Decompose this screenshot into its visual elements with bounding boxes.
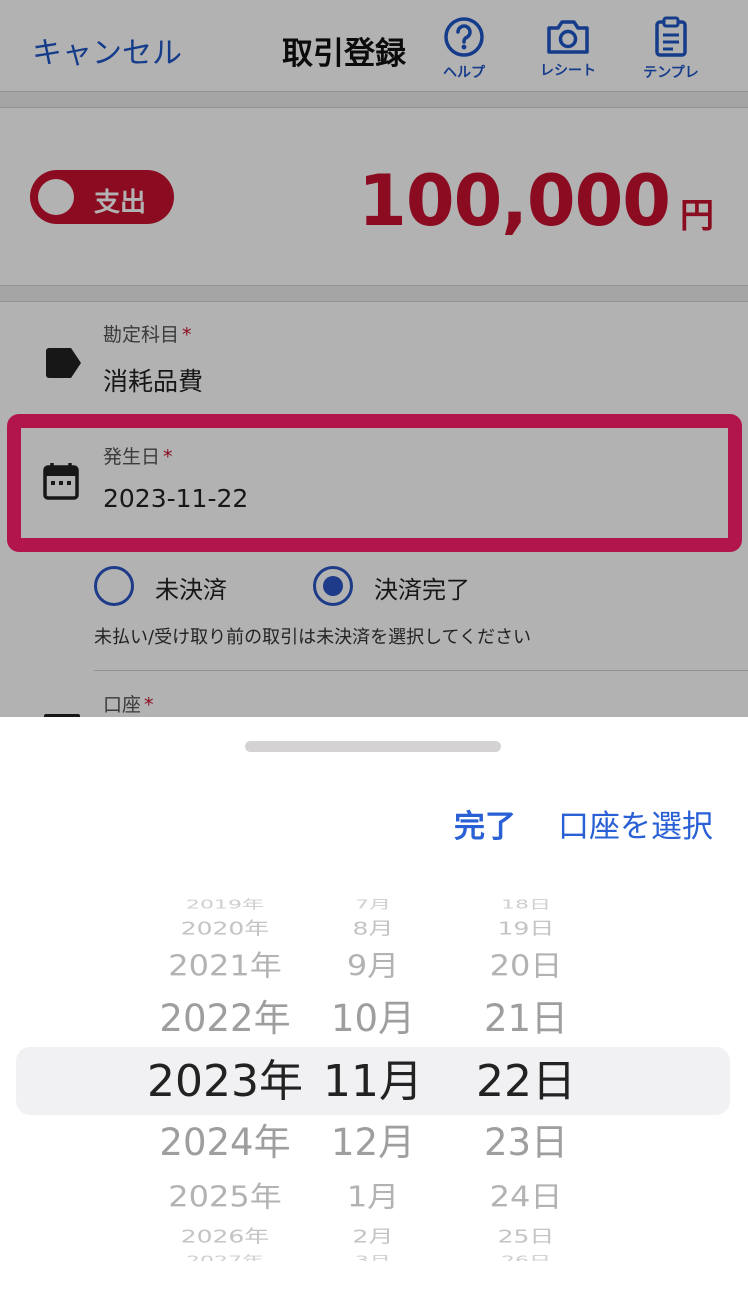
picker-month: 3月 [355,1253,391,1261]
select-account-button[interactable]: 口座を選択 [558,801,713,846]
sheet-grabber[interactable] [245,741,501,752]
picker-day: 23日 [483,1121,569,1164]
picker-selected-row[interactable]: 2023年 11月 22日 [0,1052,748,1112]
picker-day: 20日 [489,949,563,983]
picker-row[interactable]: 2027年 3月 26日 [0,1245,748,1261]
picker-month: 10月 [330,997,416,1040]
picker-day-selected: 22日 [476,1056,576,1107]
picker-month: 12月 [330,1121,416,1164]
modal-backdrop[interactable] [0,0,748,717]
date-picker-sheet: 完了 口座を選択 2019年 7月 18日 2020年 8月 19日 2021年… [0,717,748,1295]
picker-row[interactable]: 2024年 12月 23日 [0,1113,748,1173]
picker-month-selected: 11月 [323,1056,423,1107]
picker-year: 2027年 [186,1253,264,1261]
picker-day: 21日 [483,997,569,1040]
picker-month: 9月 [346,949,400,983]
picker-row[interactable]: 2021年 9月 20日 [0,940,748,993]
picker-day: 26日 [501,1253,551,1261]
picker-year: 2024年 [159,1121,291,1164]
done-button[interactable]: 完了 [454,801,516,846]
date-wheel-picker[interactable]: 2019年 7月 18日 2020年 8月 19日 2021年 9月 20日 2… [0,897,748,1261]
picker-year: 2022年 [159,997,291,1040]
picker-year: 2021年 [168,949,282,983]
picker-row[interactable]: 2022年 10月 21日 [0,989,748,1049]
picker-year-selected: 2023年 [147,1056,303,1107]
